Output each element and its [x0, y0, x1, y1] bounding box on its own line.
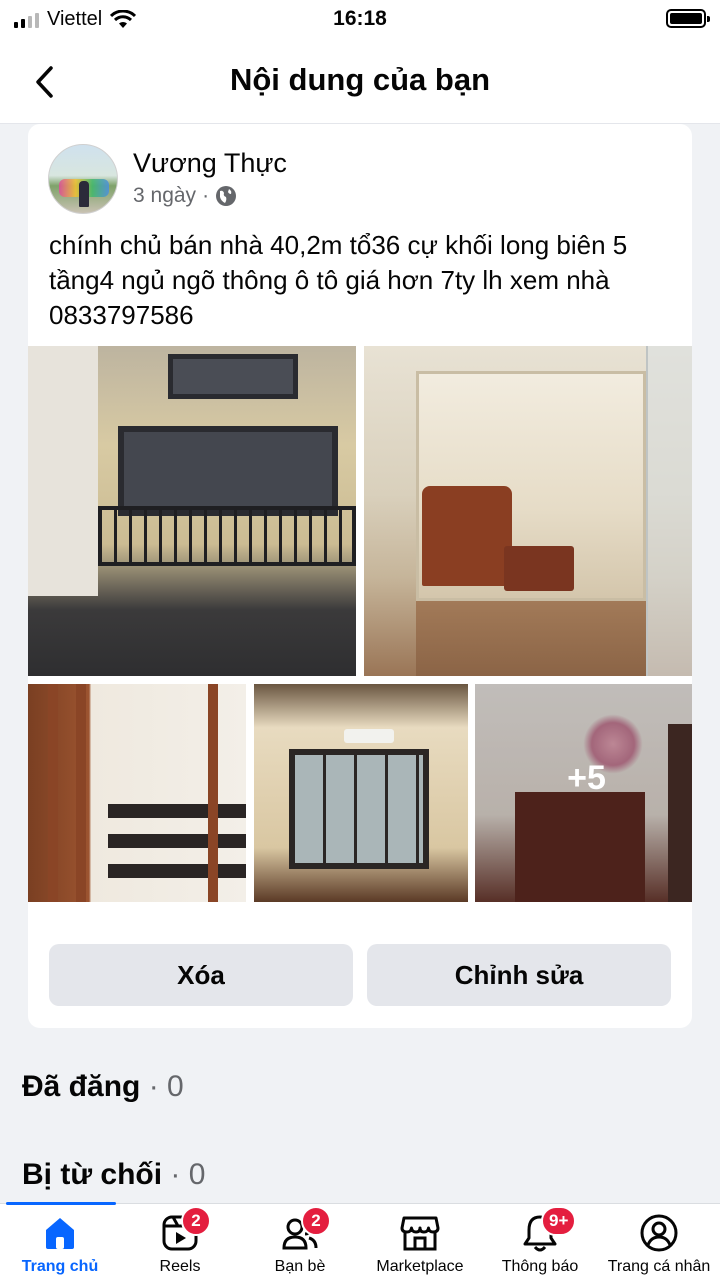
page-title: Nội dung của bạn — [229, 62, 491, 97]
rejected-count: 0 — [188, 1158, 206, 1191]
tab-bar: Trang chủ 2 Reels 2 Bạn bè Marketplace 9… — [0, 1202, 720, 1280]
posted-dot: · — [148, 1070, 159, 1103]
tab-marketplace[interactable]: Marketplace — [355, 1212, 485, 1276]
tab-reels[interactable]: 2 Reels — [115, 1206, 245, 1276]
rejected-label: Bị từ chối — [22, 1158, 163, 1191]
post-photo-2[interactable] — [364, 346, 692, 676]
rejected-section[interactable]: Bị từ chối · 0 — [22, 1158, 205, 1192]
post-text: chính chủ bán nhà 40,2m tổ36 cự khối lon… — [49, 230, 628, 330]
post-photo-5[interactable]: +5 — [475, 684, 692, 902]
profile-icon — [640, 1214, 678, 1252]
home-icon — [46, 1218, 74, 1249]
tab-label: Marketplace — [376, 1258, 464, 1275]
tab-label: Thông báo — [501, 1258, 579, 1275]
posted-label: Đã đăng — [22, 1070, 141, 1103]
post-photo-3[interactable] — [28, 684, 246, 902]
tab-notifications[interactable]: 9+ Thông báo — [475, 1206, 605, 1276]
active-tab-indicator — [6, 1202, 116, 1205]
friends-badge: 2 — [301, 1206, 331, 1236]
tab-friends[interactable]: 2 Bạn bè — [235, 1206, 365, 1276]
more-photos-count: +5 — [567, 758, 606, 797]
post-time[interactable]: 3 ngày — [133, 184, 196, 208]
posted-section[interactable]: Đã đăng · 0 — [22, 1070, 184, 1104]
marketplace-icon — [400, 1216, 440, 1251]
author-name[interactable]: Vương Thực — [133, 148, 287, 179]
post-photo-4[interactable] — [254, 684, 468, 902]
battery-icon — [666, 9, 710, 28]
delete-button[interactable]: Xóa — [49, 944, 353, 1006]
reels-badge: 2 — [181, 1206, 211, 1236]
edit-button[interactable]: Chỉnh sửa — [367, 944, 671, 1006]
globe-icon — [216, 186, 237, 206]
post-card: Vương Thực 3 ngày · chính chủ bán nhà 40… — [28, 124, 692, 1028]
tab-label: Trang chủ — [21, 1258, 99, 1275]
avatar[interactable] — [48, 144, 118, 214]
post-photo-1[interactable] — [28, 346, 356, 676]
tab-label: Reels — [159, 1258, 201, 1275]
notifications-badge: 9+ — [541, 1206, 577, 1236]
clock: 16:18 — [333, 7, 387, 30]
tab-label: Bạn bè — [274, 1258, 326, 1275]
meta-separator: · — [202, 184, 210, 207]
posted-count: 0 — [167, 1070, 184, 1103]
status-bar: Viettel 16:18 — [0, 0, 720, 40]
tab-label: Trang cá nhân — [607, 1258, 711, 1275]
post-meta: 3 ngày · — [133, 184, 237, 208]
nav-header: Nội dung của bạn — [0, 40, 720, 124]
rejected-dot: · — [170, 1158, 181, 1191]
more-photos-overlay: +5 — [475, 684, 692, 902]
tab-home[interactable]: Trang chủ — [0, 1212, 125, 1276]
tab-profile[interactable]: Trang cá nhân — [594, 1212, 720, 1276]
